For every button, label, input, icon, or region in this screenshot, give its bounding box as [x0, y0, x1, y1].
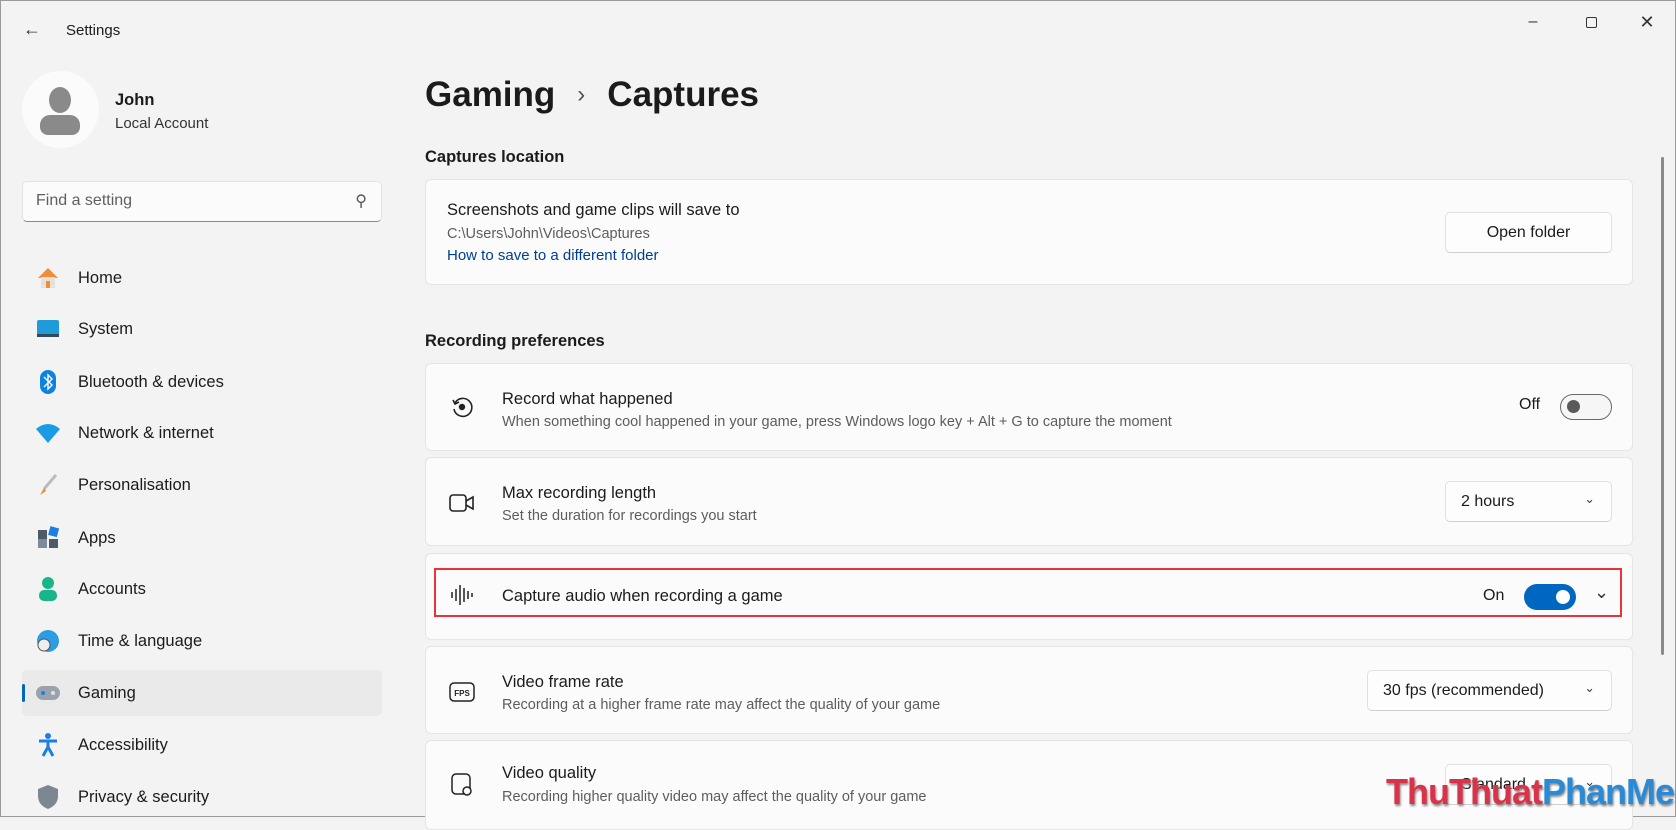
sidebar-item-label: Gaming: [78, 683, 136, 702]
frame-rate-title: Video frame rate: [502, 673, 624, 691]
gamepad-icon: [35, 680, 61, 706]
scrollbar[interactable]: [1661, 157, 1664, 655]
home-icon: [35, 265, 61, 291]
max-recording-length-row: Max recording length Set the duration fo…: [425, 457, 1633, 546]
video-frame-rate-row: FPS Video frame rate Recording at a high…: [425, 646, 1633, 734]
record-what-happened-row: Record what happened When something cool…: [425, 363, 1633, 451]
user-name: John: [115, 91, 155, 109]
sidebar-item-accounts[interactable]: Accounts: [22, 566, 382, 612]
sidebar-item-home[interactable]: Home: [22, 255, 382, 301]
highlight-box: [434, 568, 1622, 617]
captures-location-heading: Captures location: [425, 148, 565, 166]
sidebar-item-label: System: [78, 319, 134, 338]
bluetooth-icon: [35, 369, 61, 395]
chevron-down-icon: ⌄: [1584, 680, 1595, 695]
sidebar-item-time-language[interactable]: Time & language: [22, 618, 382, 664]
record-what-happened-toggle[interactable]: [1560, 394, 1612, 420]
close-button[interactable]: ✕: [1627, 9, 1667, 35]
wifi-icon: [35, 420, 61, 446]
frame-rate-subtitle: Recording at a higher frame rate may aff…: [502, 697, 941, 713]
quality-title: Video quality: [502, 764, 597, 782]
chevron-right-icon: ›: [577, 81, 586, 108]
sidebar-item-label: Home: [78, 268, 123, 287]
avatar[interactable]: [22, 71, 99, 148]
shield-icon: [35, 784, 61, 810]
watermark: ThuThuatPhanMem.vn: [1386, 771, 1676, 813]
sidebar-item-label: Time & language: [78, 631, 203, 650]
watermark-part1: ThuThuat: [1386, 771, 1543, 812]
sidebar-item-label: Personalisation: [78, 475, 191, 494]
max-length-dropdown[interactable]: 2 hours ⌄: [1445, 481, 1612, 522]
chevron-down-icon: ⌄: [1584, 491, 1595, 506]
svg-text:FPS: FPS: [454, 689, 470, 698]
frame-rate-dropdown[interactable]: 30 fps (recommended) ⌄: [1367, 670, 1612, 711]
sidebar-item-label: Bluetooth & devices: [78, 372, 224, 391]
captures-location-card: Screenshots and game clips will save to …: [425, 179, 1633, 285]
save-folder-link[interactable]: How to save to a different folder: [447, 247, 659, 264]
breadcrumb: Gaming › Captures: [425, 75, 759, 115]
sidebar-item-apps[interactable]: Apps: [22, 515, 382, 561]
sidebar-item-personalisation[interactable]: Personalisation: [22, 462, 382, 508]
sidebar-item-privacy-security[interactable]: Privacy & security: [22, 774, 382, 820]
sidebar-item-label: Privacy & security: [78, 787, 210, 806]
max-length-title: Max recording length: [502, 484, 657, 502]
apps-icon: [35, 525, 61, 551]
accounts-icon: [35, 576, 61, 602]
captures-title: Screenshots and game clips will save to: [447, 201, 740, 219]
back-button[interactable]: ←: [23, 19, 41, 40]
search-placeholder: Find a setting: [36, 192, 133, 209]
brush-icon: [35, 472, 61, 498]
sidebar-item-label: Accounts: [78, 579, 146, 598]
record-state-label: Off: [1519, 396, 1541, 413]
sidebar-item-system[interactable]: System: [22, 306, 382, 352]
system-icon: [35, 316, 61, 342]
frame-rate-value: 30 fps (recommended): [1383, 681, 1544, 699]
open-folder-button[interactable]: Open folder: [1445, 212, 1612, 253]
globe-clock-icon: [35, 628, 61, 654]
sidebar-item-bluetooth-devices[interactable]: Bluetooth & devices: [22, 359, 382, 405]
record-replay-icon: [448, 393, 476, 421]
recording-preferences-heading: Recording preferences: [425, 332, 605, 350]
maximize-button[interactable]: [1571, 9, 1611, 35]
quality-subtitle: Recording higher quality video may affec…: [502, 789, 927, 805]
max-length-value: 2 hours: [1461, 492, 1515, 510]
record-what-happened-subtitle: When something cool happened in your gam…: [502, 414, 1172, 430]
page-title: Captures: [607, 75, 760, 114]
search-icon: ⚲: [355, 193, 367, 210]
search-input[interactable]: Find a setting ⚲: [22, 181, 382, 222]
sidebar-item-network-internet[interactable]: Network & internet: [22, 410, 382, 456]
accessibility-icon: [35, 732, 61, 758]
watermark-part2: PhanMem.vn: [1541, 771, 1676, 812]
max-length-subtitle: Set the duration for recordings you star…: [502, 508, 757, 524]
record-what-happened-title: Record what happened: [502, 390, 673, 408]
minimize-button[interactable]: –: [1513, 9, 1553, 35]
video-camera-icon: [448, 489, 476, 517]
sidebar-item-label: Network & internet: [78, 423, 214, 442]
sidebar-item-accessibility[interactable]: Accessibility: [22, 722, 382, 768]
sidebar-item-label: Apps: [78, 528, 116, 547]
active-indicator: [22, 684, 25, 702]
captures-path: C:\Users\John\Videos\Captures: [447, 226, 650, 242]
account-type: Local Account: [115, 115, 209, 132]
breadcrumb-parent[interactable]: Gaming: [425, 75, 555, 115]
window-title: Settings: [66, 22, 121, 39]
fps-icon: FPS: [448, 678, 476, 706]
sidebar-item-label: Accessibility: [78, 735, 168, 754]
video-quality-icon: [448, 771, 476, 799]
sidebar-item-gaming[interactable]: Gaming: [22, 670, 382, 716]
